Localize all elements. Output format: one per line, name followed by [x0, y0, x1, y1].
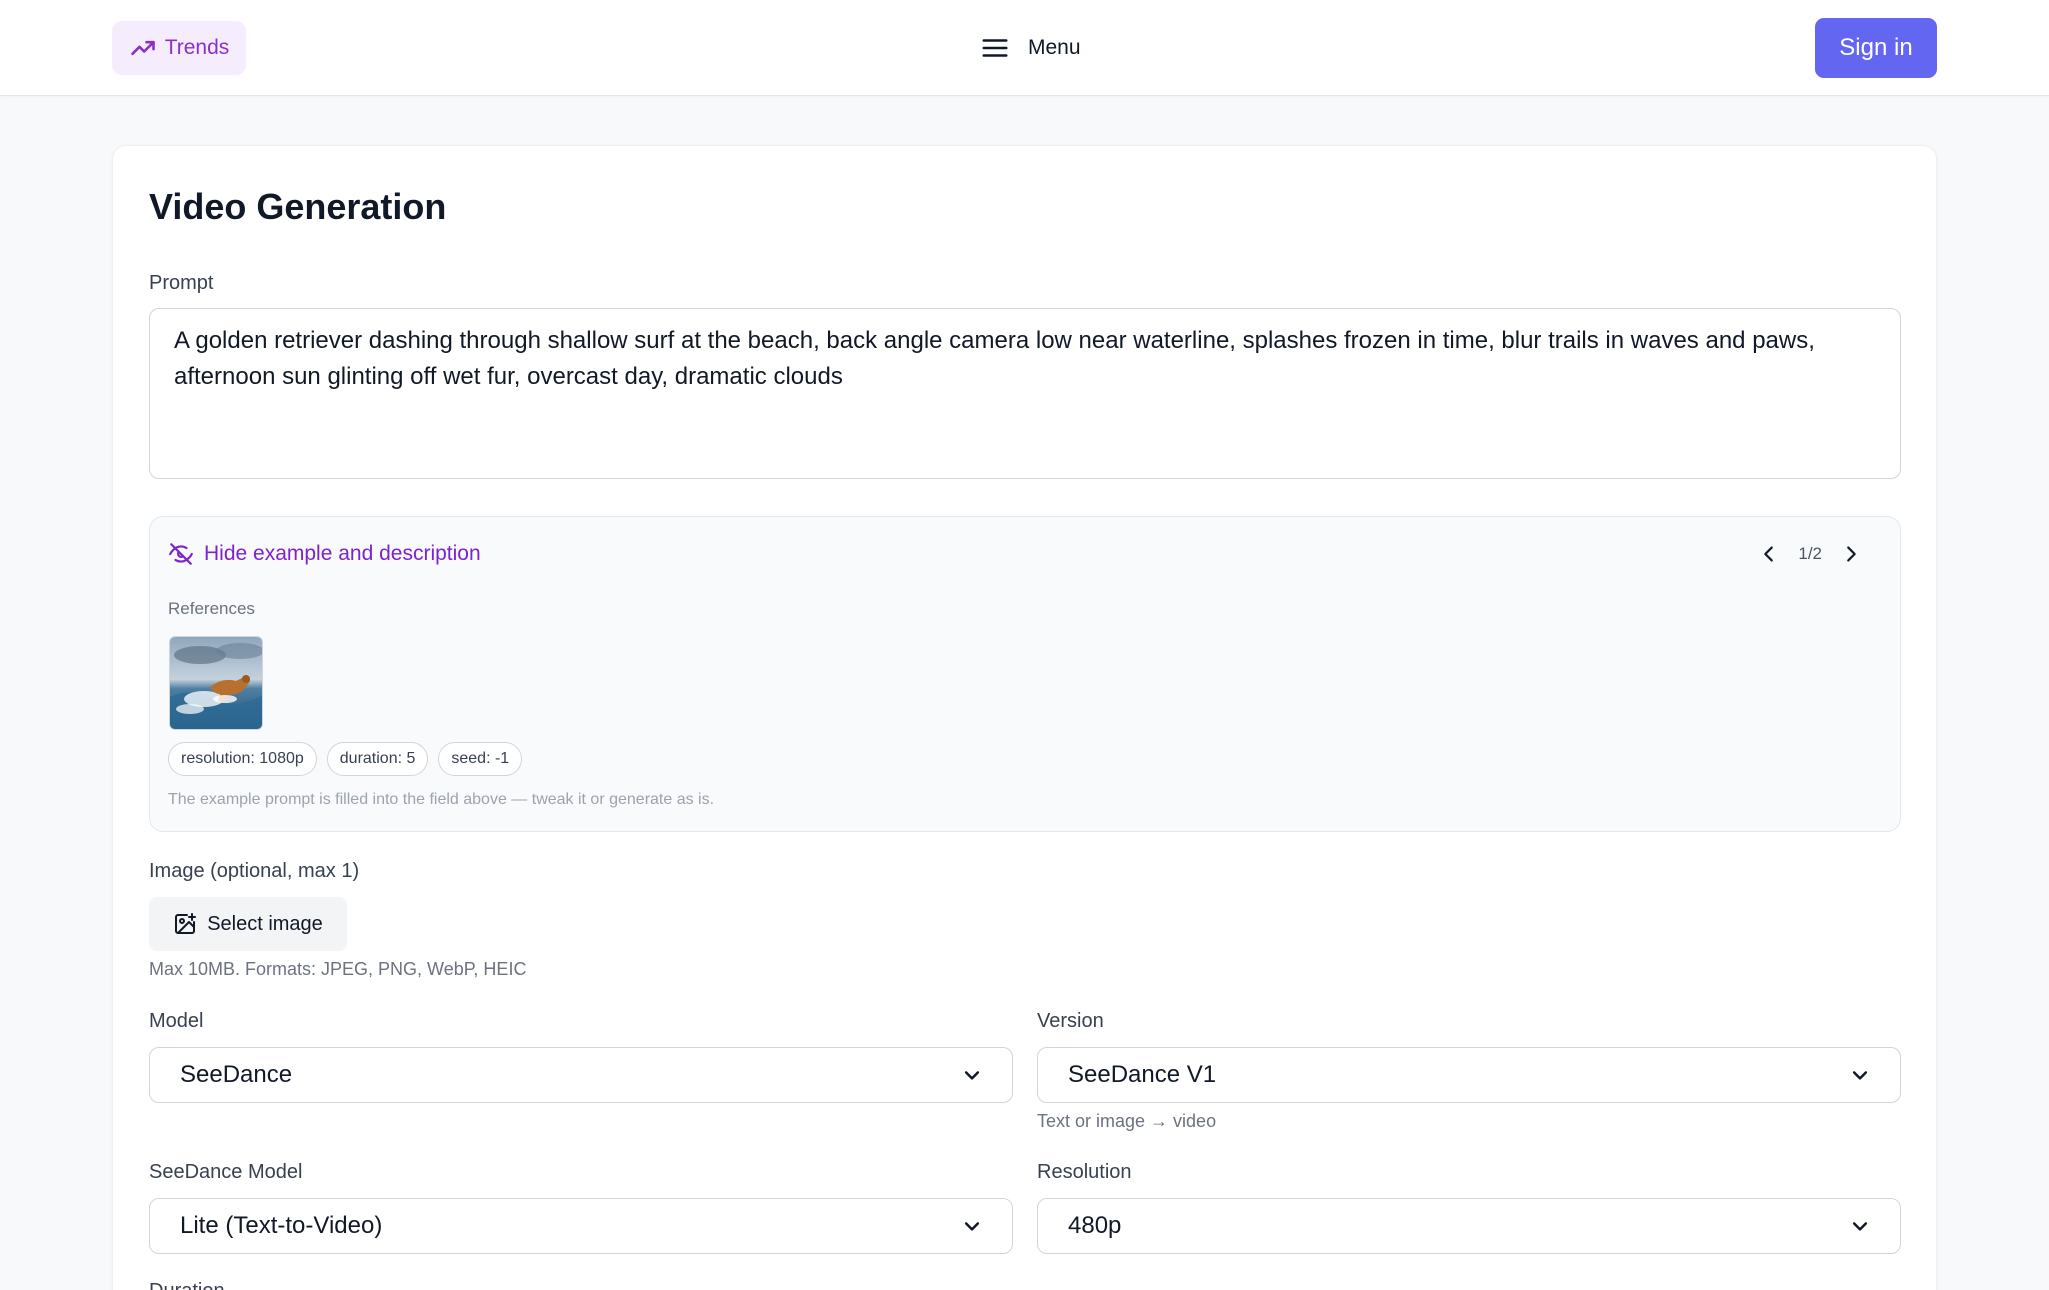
seedance-model-label: SeeDance Model: [149, 1161, 303, 1183]
chevron-down-icon: [964, 1222, 980, 1231]
eye-off-icon: [169, 543, 193, 565]
select-image-label: Select image: [207, 912, 323, 935]
example-pager: 1/2: [1756, 541, 1864, 567]
param-chip-seed: seed: -1: [438, 742, 523, 776]
dog-in-surf-image: [170, 637, 262, 729]
version-select-value: SeeDance V1: [1068, 1061, 1217, 1088]
resolution-label: Resolution: [1037, 1161, 1132, 1183]
next-example-button[interactable]: [1838, 541, 1864, 567]
video-generation-card: Video Generation Prompt A golden retriev…: [112, 145, 1937, 1290]
param-chip-duration: duration: 5: [326, 742, 429, 776]
seedance-model-select[interactable]: Lite (Text-to-Video): [149, 1198, 1013, 1254]
model-select[interactable]: SeeDance: [149, 1047, 1013, 1103]
hamburger-menu-icon: [982, 39, 1008, 57]
chevron-left-icon: [1764, 546, 1774, 562]
image-upload-note: Max 10MB. Formats: JPEG, PNG, WebP, HEIC: [149, 959, 527, 979]
menu-label: Menu: [1028, 36, 1081, 59]
model-select-value: SeeDance: [180, 1061, 293, 1088]
hide-example-button[interactable]: Hide example and description: [168, 541, 481, 567]
chevron-right-icon: [1847, 546, 1856, 562]
image-upload-label: Image (optional, max 1): [149, 860, 360, 882]
page-title: Video Generation: [149, 186, 447, 227]
chevron-down-icon: [1852, 1222, 1868, 1231]
resolution-select-value: 480p: [1068, 1212, 1122, 1239]
menu-button[interactable]: Menu: [980, 30, 1081, 66]
version-select[interactable]: SeeDance V1: [1037, 1047, 1901, 1103]
version-note: Text or image → video: [1037, 1111, 1217, 1131]
trends-button[interactable]: Trends: [112, 21, 246, 75]
seedance-model-select-value: Lite (Text-to-Video): [180, 1212, 383, 1239]
hide-example-label: Hide example and description: [204, 542, 481, 565]
top-navigation-bar: Trends Menu Sign in: [0, 0, 2049, 96]
chevron-down-icon: [964, 1071, 980, 1080]
references-label: References: [168, 599, 255, 618]
reference-thumbnail[interactable]: [169, 636, 263, 730]
duration-label: Duration: [149, 1280, 225, 1290]
trends-label: Trends: [164, 36, 230, 59]
version-label: Version: [1037, 1010, 1104, 1032]
previous-example-button[interactable]: [1756, 541, 1782, 567]
chevron-down-icon: [1852, 1071, 1868, 1080]
example-page-indicator: 1/2: [1798, 544, 1822, 563]
sign-in-button[interactable]: Sign in: [1815, 18, 1937, 78]
example-params: resolution: 1080p duration: 5 seed: -1: [168, 742, 523, 776]
model-label: Model: [149, 1010, 204, 1032]
select-image-button[interactable]: Select image: [149, 897, 347, 951]
trending-up-icon: [130, 40, 155, 56]
image-add-icon: [175, 913, 197, 934]
prompt-textarea[interactable]: A golden retriever dashing through shall…: [149, 308, 1901, 479]
prompt-label: Prompt: [149, 272, 214, 294]
resolution-select[interactable]: 480p: [1037, 1198, 1901, 1254]
example-hint: The example prompt is filled into the fi…: [168, 791, 715, 808]
param-chip-resolution: resolution: 1080p: [168, 742, 317, 776]
example-panel: Hide example and description 1/2 Referen…: [149, 516, 1901, 832]
